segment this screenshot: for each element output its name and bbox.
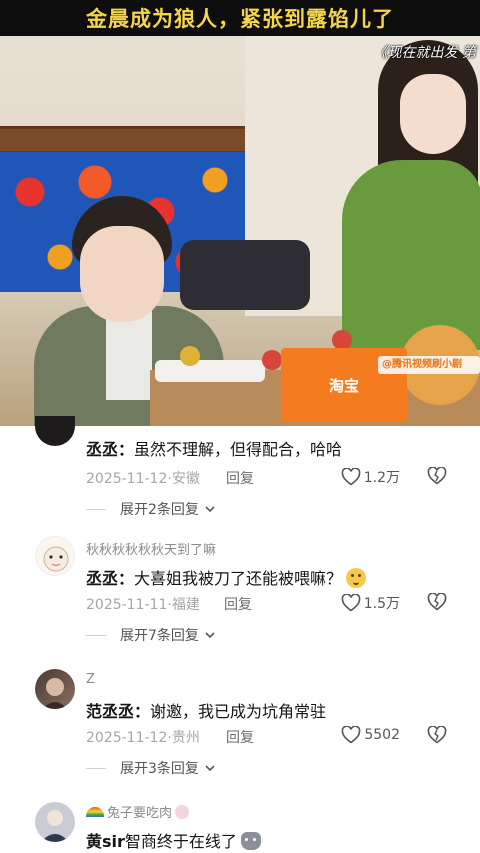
woman-figure	[338, 40, 480, 350]
expand-replies-button[interactable]: 展开2条回复	[86, 499, 215, 519]
like-count: 5502	[364, 727, 400, 743]
chevron-down-icon	[205, 632, 215, 639]
like-button[interactable]: 5502	[341, 726, 400, 744]
expand-replies-button[interactable]: 展开7条回复	[86, 625, 215, 645]
reply-button[interactable]: 回复	[226, 727, 254, 747]
comment-meta: 2025-11-12·安徽	[86, 471, 200, 487]
rainbow-emoji	[86, 807, 104, 817]
comment-username[interactable]: Z	[86, 672, 95, 687]
avatar[interactable]	[35, 669, 75, 709]
comments-list: 丞丞：虽然不理解，但得配合，哈哈 2025-11-12·安徽 回复 1.2万 展…	[0, 416, 480, 853]
divider-line	[86, 767, 106, 769]
avatar[interactable]	[35, 536, 75, 576]
avatar[interactable]	[35, 802, 75, 842]
divider-line	[86, 508, 106, 510]
avatar[interactable]	[35, 416, 75, 446]
comment-text: 范丞丞：谢邀，我已成为坑角常驻	[86, 702, 327, 721]
dislike-button[interactable]	[427, 467, 447, 485]
comment-username[interactable]: 秋秋秋秋秋秋天到了嘛	[86, 539, 216, 558]
comment-text: 黄sir智商终于在线了	[86, 828, 261, 852]
heart-outline-icon	[341, 468, 361, 486]
fruit	[332, 330, 352, 350]
comment-meta: 2025-11-12·贵州	[86, 730, 200, 746]
like-button[interactable]: 1.2万	[341, 467, 400, 487]
like-button[interactable]: 1.5万	[341, 593, 400, 613]
heart-outline-icon	[341, 594, 361, 612]
cat-emoji	[240, 832, 261, 850]
heart-outline-icon	[342, 726, 361, 744]
fruit	[180, 346, 200, 366]
fruit	[262, 350, 282, 370]
divider-line	[86, 634, 106, 636]
chevron-down-icon	[205, 506, 215, 513]
reply-button[interactable]: 回复	[224, 594, 252, 614]
comment-author[interactable]: 丞丞	[86, 569, 118, 588]
comment-author[interactable]: 范丞丞	[86, 702, 134, 721]
expand-label: 展开3条回复	[120, 761, 199, 777]
broken-heart-icon	[427, 467, 447, 485]
comment-username[interactable]: 兔子要吃肉	[86, 802, 190, 821]
chevron-down-icon	[205, 765, 215, 772]
expand-label: 展开2条回复	[120, 502, 199, 518]
like-count: 1.5万	[363, 596, 400, 612]
thinking-face-emoji	[346, 568, 367, 588]
comment-text: 丞丞：虽然不理解，但得配合，哈哈	[86, 440, 343, 459]
video-title-banner: 金晨成为狼人，紧张到露馅儿了	[0, 0, 480, 36]
comment-text: 丞丞：大喜姐我被刀了还能被喂嘛？	[86, 565, 367, 589]
dislike-button[interactable]	[427, 593, 447, 611]
broken-heart-icon	[427, 593, 447, 611]
expand-label: 展开7条回复	[120, 628, 199, 644]
reply-button[interactable]: 回复	[226, 468, 254, 488]
expand-replies-button[interactable]: 展开3条回复	[86, 758, 215, 778]
comment-meta: 2025-11-11·福建	[86, 597, 200, 613]
broken-heart-icon	[427, 726, 447, 744]
dislike-button[interactable]	[427, 726, 447, 744]
video-title: 金晨成为狼人，紧张到露馅儿了	[86, 7, 394, 31]
wood-beam	[0, 126, 245, 154]
overlay-tag: @腾讯视频刷小剧	[378, 356, 480, 374]
like-count: 1.2万	[363, 470, 400, 486]
video-frame[interactable]: 淘宝 @腾讯视频刷小剧 金晨成为狼人，紧张到露馅儿了 《现在就出发 第	[0, 0, 480, 426]
bunny-emoji	[175, 805, 190, 819]
tablecloth	[155, 360, 265, 382]
comment-author[interactable]: 黄sir	[86, 832, 125, 851]
comment-author[interactable]: 丞丞	[86, 440, 118, 459]
show-watermark: 《现在就出发 第	[373, 45, 476, 61]
